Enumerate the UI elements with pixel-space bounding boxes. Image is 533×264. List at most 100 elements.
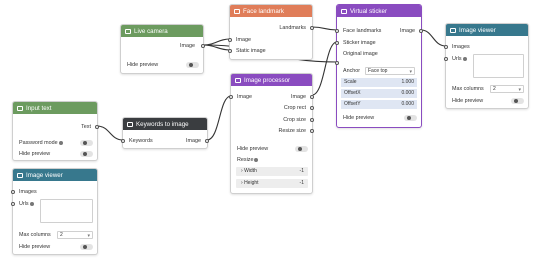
image-viewer-left-input-urls-port[interactable] <box>11 202 15 206</box>
image-viewer-right-input-urls-label: Urls <box>452 55 467 63</box>
face-landmark-node[interactable]: Face landmark Landmarks Image Static ima… <box>228 4 314 60</box>
param-value: 1.000 <box>401 79 414 85</box>
viewer-icon <box>17 172 23 178</box>
image-processor-hide-preview-toggle[interactable] <box>295 146 308 152</box>
info-icon <box>462 56 467 61</box>
live-camera-header[interactable]: Live camera <box>121 25 203 37</box>
live-camera-title: Live camera <box>134 27 168 35</box>
image-viewer-right-title: Image viewer <box>459 26 496 34</box>
virtual-sticker-input-original-image-label: Original image <box>343 51 378 57</box>
height-value: -1 <box>299 180 304 186</box>
image-processor-height-field[interactable]: › Height -1 <box>236 179 308 188</box>
image-processor-output-resize-size-port[interactable] <box>310 129 314 133</box>
virtual-sticker-param-scale[interactable]: Scale 1.000 <box>341 78 417 87</box>
image-processor-title: Image processor <box>244 76 291 84</box>
image-processor-output-image-port[interactable] <box>310 95 314 99</box>
max-columns-value: 2 <box>493 86 496 92</box>
live-camera-node[interactable]: Live camera Image Hide preview <box>120 24 205 74</box>
image-viewer-right-hide-preview-toggle[interactable] <box>511 98 524 104</box>
info-icon <box>58 140 63 145</box>
live-camera-hide-preview-toggle[interactable] <box>186 62 199 68</box>
input-text-hide-preview-label: Hide preview <box>19 151 51 157</box>
live-camera-hide-preview-label: Hide preview <box>127 62 159 68</box>
virtual-sticker-input-face-landmarks-label: Face landmarks <box>343 28 382 34</box>
image-viewer-right-max-columns-select[interactable]: 2 ▾ <box>490 85 524 93</box>
max-columns-value: 2 <box>60 232 63 238</box>
width-value: -1 <box>299 168 304 174</box>
param-label: OffsetX <box>344 90 361 96</box>
keywords-to-image-input-keywords-port[interactable] <box>121 139 125 143</box>
virtual-sticker-output-image-port[interactable] <box>419 29 423 33</box>
keywords-icon <box>127 121 133 127</box>
virtual-sticker-input-sticker-image-port[interactable] <box>335 41 339 45</box>
virtual-sticker-input-original-image-port[interactable] <box>335 61 339 65</box>
virtual-sticker-param-offsetx[interactable]: OffsetX 0.000 <box>341 89 417 98</box>
image-processor-resize-label: Resize <box>237 156 259 164</box>
chevron-down-icon: ▾ <box>87 233 90 239</box>
image-processor-output-crop-rect-port[interactable] <box>310 106 314 110</box>
virtual-sticker-hide-preview-toggle[interactable] <box>404 115 417 121</box>
image-viewer-left-input-images-label: Images <box>19 189 37 195</box>
image-viewer-left-header[interactable]: Image viewer <box>13 169 97 181</box>
virtual-sticker-hide-preview-label: Hide preview <box>343 115 375 121</box>
param-label: Scale <box>344 79 357 85</box>
camera-icon <box>125 28 131 34</box>
image-processor-header[interactable]: Image processor <box>231 74 312 86</box>
input-text-header[interactable]: Input text <box>13 102 97 114</box>
live-camera-output-image-port[interactable] <box>201 44 205 48</box>
image-viewer-left-urls-textbox[interactable] <box>40 199 93 223</box>
urls-text: Urls <box>19 201 29 207</box>
image-viewer-left-max-columns-label: Max columns <box>19 232 51 238</box>
height-label: Height <box>244 180 259 186</box>
face-landmark-input-static-image-port[interactable] <box>228 49 232 53</box>
image-viewer-right-hide-preview-label: Hide preview <box>452 98 484 104</box>
image-processor-input-image-label: Image <box>237 94 252 100</box>
virtual-sticker-param-offsety[interactable]: OffsetY 0.000 <box>341 100 417 109</box>
chevron-down-icon: ▾ <box>518 87 521 93</box>
face-landmark-output-landmarks-port[interactable] <box>310 26 314 30</box>
image-processor-output-resize-size-label: Resize size <box>278 128 306 134</box>
image-viewer-right-input-images-port[interactable] <box>444 45 448 49</box>
image-viewer-left-input-images-port[interactable] <box>11 190 15 194</box>
virtual-sticker-input-face-landmarks-port[interactable] <box>335 29 339 33</box>
wire-sticker-to-viewer <box>420 29 447 47</box>
keywords-to-image-header[interactable]: Keywords to image <box>123 118 207 130</box>
face-landmark-input-image-port[interactable] <box>228 38 232 42</box>
keywords-to-image-node[interactable]: Keywords to image Keywords Image <box>121 117 209 149</box>
virtual-sticker-anchor-select[interactable]: Face top ▾ <box>365 67 415 75</box>
live-camera-output-image-label: Image <box>180 43 195 49</box>
param-label: OffsetY <box>344 101 361 107</box>
resize-text: Resize <box>237 157 254 163</box>
image-viewer-right-header[interactable]: Image viewer <box>446 24 528 36</box>
image-viewer-left-max-columns-select[interactable]: 2 ▾ <box>57 231 93 239</box>
face-landmark-header[interactable]: Face landmark <box>230 5 312 17</box>
image-viewer-right-node[interactable]: Image viewer Images Urls Max columns 2 ▾… <box>444 23 529 109</box>
image-processor-input-image-port[interactable] <box>229 95 233 99</box>
image-viewer-left-hide-preview-toggle[interactable] <box>80 244 93 250</box>
input-text-node[interactable]: Input text Text Password mode Hide previ… <box>12 101 99 161</box>
virtual-sticker-node[interactable]: Virtual sticker Face landmarks Image Sti… <box>335 4 423 128</box>
keywords-to-image-input-keywords-label: Keywords <box>129 138 153 144</box>
input-text-output-text-port[interactable] <box>95 125 99 129</box>
input-text-hide-preview-toggle[interactable] <box>80 151 93 157</box>
info-icon <box>254 157 259 162</box>
image-processor-width-field[interactable]: › Width -1 <box>236 167 308 176</box>
param-value: 0.000 <box>401 101 414 107</box>
param-value: 0.000 <box>401 90 414 96</box>
wire-keywords-to-processor <box>206 95 232 141</box>
image-processor-node[interactable]: Image processor Image Image Crop rect Cr… <box>229 73 314 194</box>
virtual-sticker-anchor-label: Anchor <box>343 68 361 74</box>
image-viewer-right-input-urls-port[interactable] <box>444 57 448 61</box>
viewer-icon <box>450 27 456 33</box>
input-text-password-mode-toggle[interactable] <box>80 140 93 146</box>
image-processor-output-crop-size-port[interactable] <box>310 118 314 122</box>
virtual-sticker-header[interactable]: Virtual sticker <box>337 5 421 17</box>
text-icon <box>17 105 23 111</box>
keywords-to-image-output-image-port[interactable] <box>205 139 209 143</box>
image-viewer-left-node[interactable]: Image viewer Images Urls Max columns 2 ▾… <box>11 168 98 255</box>
input-text-title: Input text <box>26 104 52 112</box>
image-processor-hide-preview-label: Hide preview <box>237 146 269 152</box>
image-viewer-right-urls-textbox[interactable] <box>473 54 524 78</box>
image-processor-output-crop-rect-label: Crop rect <box>283 105 306 111</box>
virtual-sticker-output-image-label: Image <box>400 28 415 34</box>
